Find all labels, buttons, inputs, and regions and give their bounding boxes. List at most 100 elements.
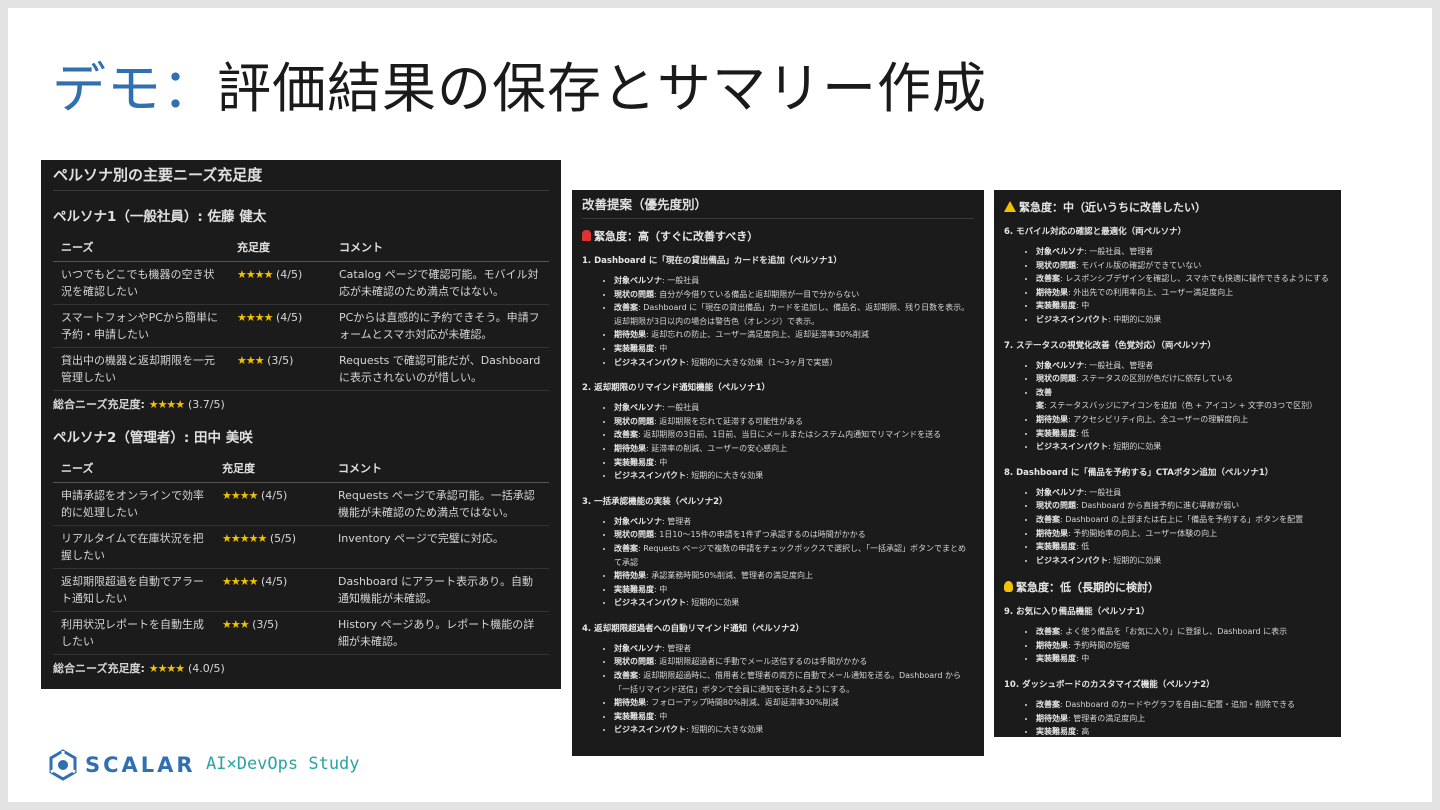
improvement-title: 1. Dashboard に「現在の貸出備品」カードを追加（ペルソナ1） bbox=[582, 256, 842, 266]
prop-label: 現状の問題 bbox=[614, 530, 654, 540]
need-cell: 申請承認をオンラインで効率的に処理したい bbox=[53, 482, 214, 526]
comment-cell: Catalog ページで確認可能。モバイル対応が未確認のため満点ではない。 bbox=[331, 261, 549, 305]
prop-label: 期待効果 bbox=[1036, 713, 1068, 723]
prop-label: 改善案 bbox=[614, 543, 638, 553]
prop-value: : 高 bbox=[1076, 727, 1090, 737]
prop-value: : ステータスの区別が色だけに依存している bbox=[1076, 374, 1233, 384]
list-item: 期待効果: 予約時間の短縮 bbox=[1036, 639, 1331, 653]
prop-value: : 一般社員 bbox=[662, 276, 700, 285]
high-item-list: 1. Dashboard に「現在の貸出備品」カードを追加（ペルソナ1） 対象ペル… bbox=[582, 254, 974, 737]
prop-value: : 短期的に大きな効果（1〜3ヶ月で実感） bbox=[686, 357, 838, 367]
list-item: 改善案: レスポンシブデザインを確認し、スマホでも快適に操作できるようにする bbox=[1036, 272, 1331, 286]
total-star-icon: ★★★★ bbox=[148, 662, 185, 675]
table-row: 貸出中の機器と返却期限を一元管理したい ★★★ (3/5) Requests で確認… bbox=[53, 347, 549, 391]
persona-title: ペルソナ2（管理者）: 田中 美咲 bbox=[53, 430, 253, 446]
persona-list: ペルソナ1（一般社員）: 佐藤 健太 ニーズ 充足度 コメント いつでもどこでも機器の空… bbox=[53, 205, 549, 676]
rating-cell: ★★★★★ (5/5) bbox=[214, 525, 330, 569]
total-label: 総合ニーズ充足度: bbox=[53, 398, 145, 411]
prop-label: 対象ペルソナ bbox=[614, 276, 662, 285]
prop-label: 期待効果 bbox=[1036, 287, 1068, 297]
list-item: 改善案: よく使う備品を「お気に入り」に登録し、Dashboard に表示 bbox=[1036, 625, 1331, 639]
list-item: 期待効果: 延滞率の削減、ユーザーの安心感向上 bbox=[614, 442, 974, 456]
need-cell: 利用状況レポートを自動生成したい bbox=[53, 611, 214, 655]
lightbulb-icon bbox=[1004, 581, 1013, 593]
rating-value: (5/5) bbox=[269, 532, 297, 545]
prop-value: : 短期的に効果 bbox=[686, 598, 740, 608]
prop-label: 現状の問題 bbox=[614, 289, 654, 299]
improvement-title: 9. お気に入り備品機能（ペルソナ1） bbox=[1004, 607, 1150, 618]
prop-value: : 中 bbox=[1076, 301, 1090, 311]
comment-cell: Inventory ページで完璧に対応。 bbox=[330, 525, 549, 569]
prop-value: : アクセシビリティ向上、全ユーザーの理解度向上 bbox=[1068, 414, 1249, 424]
prop-label: 改善案 bbox=[614, 430, 638, 440]
column-header: コメント bbox=[331, 235, 549, 262]
need-cell: いつでもどこでも機器の空き状況を確認したい bbox=[53, 261, 229, 305]
prop-label: 期待効果 bbox=[614, 330, 646, 340]
rating-value: (4/5) bbox=[275, 268, 303, 281]
need-cell: スマートフォンやPCから簡単に予約・申請したい bbox=[53, 304, 229, 348]
comment-cell: PCからは直感的に予約できそう。申請フォームとスマホ対応が未確認。 bbox=[331, 304, 549, 348]
urgency-low-heading: 緊急度：低（長期的に検討） bbox=[1004, 579, 1331, 595]
prop-label: 改善案 bbox=[614, 671, 638, 681]
prop-label: ビジネスインパクト bbox=[614, 598, 686, 608]
prop-label: 現状の問題 bbox=[1036, 501, 1076, 511]
star-rating-icon: ★★★★ bbox=[222, 489, 258, 502]
prop-label: 改善案 bbox=[1036, 514, 1060, 524]
list-item: 期待効果: 外出先での利用率向上、ユーザー満足度向上 bbox=[1036, 286, 1331, 300]
prop-label: 実装難易度 bbox=[614, 343, 654, 353]
low-item-list: 9. お気に入り備品機能（ペルソナ1） 改善案: よく使う備品を「お気に入り」に登… bbox=[1004, 605, 1331, 737]
list-item: 対象ペルソナ: 一般社員、管理者 bbox=[1036, 245, 1331, 259]
prop-value: : 短期的に効果 bbox=[1108, 442, 1162, 452]
total-star-icon: ★★★★ bbox=[148, 398, 185, 411]
prop-value: : Dashboard のカードやグラフを自由に配置・追加・削除できる bbox=[1060, 700, 1296, 710]
prop-label: ビジネスインパクト bbox=[614, 357, 686, 367]
column-header: ニーズ bbox=[53, 456, 214, 483]
total-satisfaction: 総合ニーズ充足度: ★★★★ (3.7/5) bbox=[53, 396, 549, 412]
prop-value: : 返却忘れの防止、ユーザー満足度向上、返却延滞率30%削減 bbox=[646, 330, 869, 340]
prop-value: : 一般社員 bbox=[1084, 487, 1122, 497]
prop-value: : フォローアップ時間80%削減、返却延滞率30%削減 bbox=[646, 698, 839, 708]
list-item: 現状の問題: Dashboard から直接予約に進む導線が弱い bbox=[1036, 499, 1331, 513]
list-item: 期待効果: 承認業務時間50%削減、管理者の満足度向上 bbox=[614, 569, 974, 583]
list-item: 現状の問題: モバイル版の確認ができていない bbox=[1036, 259, 1331, 273]
list-item: ビジネスインパクト: 短期的に効果 bbox=[614, 596, 974, 610]
prop-value: : 1日10〜15件の申請を1件ずつ承認するのは時間がかかる bbox=[654, 530, 866, 540]
prop-value: : 一般社員 bbox=[662, 403, 700, 413]
comment-cell: History ページあり。レポート機能の詳細が未確認。 bbox=[330, 611, 549, 655]
improvement-panel-mid-low: 緊急度：中（近いうちに改善したい） 6. モバイル対応の確認と最適化（両ペルソナ… bbox=[994, 190, 1341, 737]
improvement-title: 7. ステータスの視覚化改善（色覚対応）（両ペルソナ） bbox=[1004, 340, 1216, 351]
prop-label: 期待効果 bbox=[614, 698, 646, 708]
list-item: 対象ペルソナ: 管理者 bbox=[614, 642, 974, 656]
prop-value: : 中 bbox=[654, 343, 668, 353]
prop-label: 対象ペルソナ bbox=[1036, 360, 1084, 370]
list-item: 実装難易度: 低 bbox=[1036, 427, 1331, 441]
total-value: (3.7/5) bbox=[188, 398, 225, 411]
prop-value: : 中 bbox=[654, 711, 668, 721]
table-row: 利用状況レポートを自動生成したい ★★★ (3/5) History ページあり。レ… bbox=[53, 611, 549, 655]
prop-value: : 一般社員、管理者 bbox=[1084, 247, 1154, 256]
comment-cell: Dashboard にアラート表示あり。自動通知機能が未確認。 bbox=[330, 568, 549, 612]
improvement-props: 対象ペルソナ: 一般社員現状の問題: Dashboard から直接予約に進む導線… bbox=[1004, 486, 1331, 568]
urgency-high-heading: 緊急度：高（すぐに改善すべき） bbox=[582, 228, 974, 244]
list-item: 改善案: Dashboard に「現在の貸出備品」カードを追加し、備品名、返却期… bbox=[614, 301, 974, 328]
prop-label: 改善案 bbox=[1036, 274, 1060, 284]
prop-value: : 中 bbox=[654, 457, 668, 467]
prop-value: : 短期的に効果 bbox=[1108, 555, 1162, 565]
list-item: 改善案: 返却期限の3日前、1日前、当日にメールまたはシステム内通知でリマインド… bbox=[614, 428, 974, 442]
prop-value: : 管理者 bbox=[662, 516, 692, 526]
list-item: 実装難易度: 中 bbox=[1036, 652, 1331, 666]
prop-label: 対象ペルソナ bbox=[1036, 247, 1084, 256]
star-rating-icon: ★★★★ bbox=[237, 268, 273, 281]
star-rating-icon: ★★★★ bbox=[237, 311, 273, 324]
prop-label: 改善案 bbox=[614, 303, 638, 313]
need-cell: 貸出中の機器と返却期限を一元管理したい bbox=[53, 347, 229, 391]
star-rating-icon: ★★★ bbox=[222, 618, 250, 631]
comment-cell: Requests ページで承認可能。一括承認機能が未確認のため満点ではない。 bbox=[330, 482, 549, 526]
prop-label: 実装難易度 bbox=[1036, 301, 1076, 311]
prop-value: : 返却期限を忘れて延滞する可能性がある bbox=[654, 416, 803, 426]
improvement-title: 3. 一括承認機能の実装（ペルソナ2） bbox=[582, 496, 728, 507]
rating-cell: ★★★★ (4/5) bbox=[214, 568, 330, 612]
table-header-row: ニーズ 充足度 コメント bbox=[53, 235, 549, 262]
prop-label: 実装難易度 bbox=[1036, 428, 1076, 438]
needs-table: ニーズ 充足度 コメント いつでもどこでも機器の空き状況を確認したい ★★★★ (4/5… bbox=[53, 235, 549, 391]
